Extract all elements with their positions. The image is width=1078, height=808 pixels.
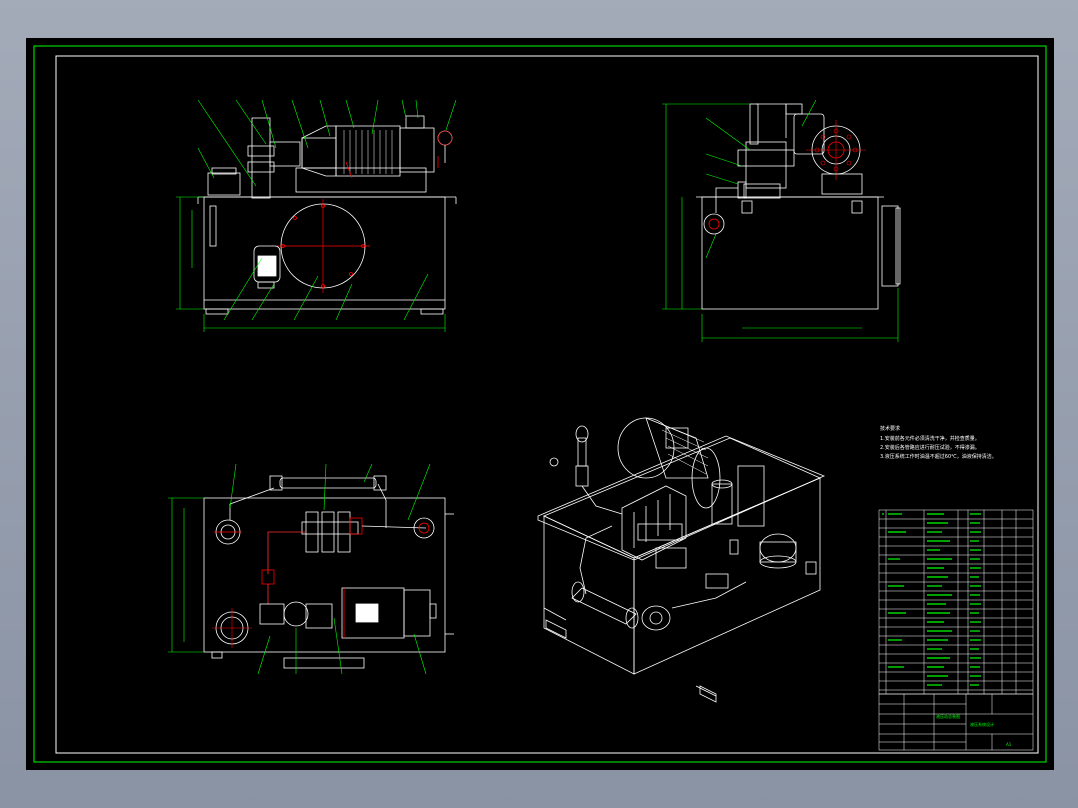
plan-cooler — [279, 477, 377, 489]
plan-pump — [259, 603, 285, 625]
side-filter — [703, 213, 725, 235]
iso-valve-block — [621, 485, 687, 561]
front-view — [197, 115, 457, 315]
side-view-dimensions — [662, 99, 899, 342]
note-line: 3.液压系统工作时油温不超过60℃，油液保持清洁。 — [880, 453, 997, 460]
side-motor — [793, 113, 825, 155]
front-view-dimensions — [176, 99, 457, 332]
bell-housing — [301, 137, 337, 169]
plan-view — [203, 475, 454, 669]
outer-frame — [33, 45, 1047, 763]
inner-frame — [55, 55, 1039, 754]
plan-valve-1 — [305, 511, 319, 553]
note-line: 2.安装后各管路应进行耐压试验，不得渗漏。 — [880, 444, 980, 451]
company-name: 液压系统设计 — [970, 721, 994, 727]
sheet-label: A1 — [1006, 742, 1012, 747]
iso-gauge — [575, 425, 589, 443]
side-cover — [881, 205, 899, 287]
parts-list-text-marks — [882, 513, 981, 686]
side-view — [696, 103, 901, 310]
technical-notes: 技术要求 1.安装前各元件必须清洗干净，并检查质量。 2.安装后各管路应进行耐压… — [880, 425, 997, 460]
front-tank — [203, 196, 446, 310]
plan-view-dimensions — [168, 463, 431, 675]
valve-stack — [251, 117, 271, 199]
drawing-name: 液压站总装图 — [936, 713, 960, 719]
isometric-view — [537, 417, 826, 703]
plan-tank — [203, 497, 446, 653]
notes-title: 技术要求 — [880, 425, 900, 432]
drawing-sheet: 技术要求 1.安装前各元件必须清洗干净，并检查质量。 2.安装后各管路应进行耐压… — [26, 38, 1054, 770]
motor-fan — [399, 127, 435, 173]
side-tank — [701, 196, 879, 310]
note-line: 1.安装前各元件必须清洗干净，并检查质量。 — [880, 435, 980, 442]
title-block: 液压站总装图 液压系统设计 A1 — [878, 693, 1034, 751]
side-valves — [745, 141, 787, 189]
iso-motor — [617, 417, 675, 479]
cad-drawing: 技术要求 1.安装前各元件必须清洗干净，并检查质量。 2.安装后各管路应进行耐压… — [33, 45, 1047, 763]
